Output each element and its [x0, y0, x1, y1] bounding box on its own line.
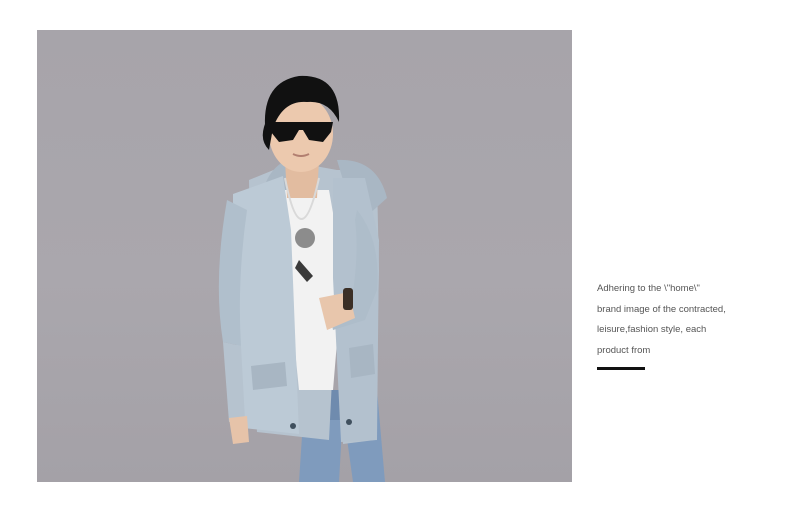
- caption-line-4: product from: [597, 344, 651, 356]
- caption-line-3: leisure,fashion style, each: [597, 324, 707, 335]
- product-photo: [37, 30, 572, 482]
- caption-divider: [597, 367, 645, 370]
- caption-text: Adhering to the \"home\" brand image of …: [597, 279, 767, 361]
- caption-line-1: Adhering to the \"home\": [597, 283, 700, 294]
- caption-line-2: brand image of the contracted,: [597, 303, 726, 315]
- model-illustration: [218, 75, 387, 482]
